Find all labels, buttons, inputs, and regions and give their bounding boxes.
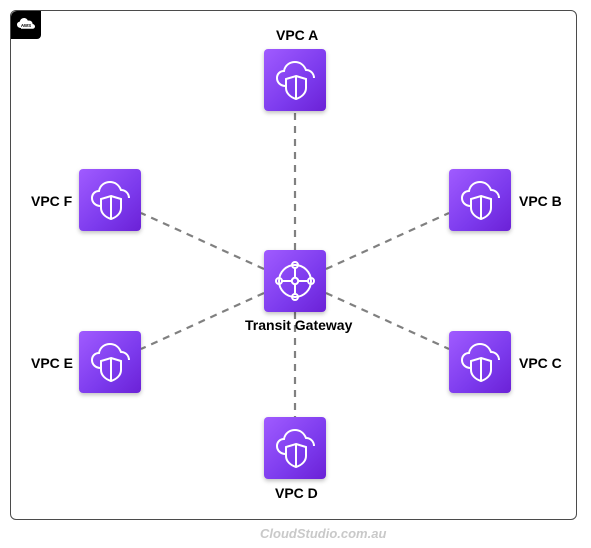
edge-hub-b: [326, 213, 449, 269]
vpc-label-e: VPC E: [31, 355, 73, 371]
vpc-cloud-shield-icon: [272, 428, 318, 468]
transit-gateway-icon: [272, 258, 318, 304]
diagram-canvas: AWS VPC A: [0, 0, 591, 548]
vpc-cloud-shield-icon: [272, 60, 318, 100]
aws-cloud-icon: AWS: [15, 16, 37, 34]
vpc-cloud-shield-icon: [87, 180, 133, 220]
vpc-node-f: [79, 169, 141, 231]
edge-hub-f: [141, 213, 264, 269]
vpc-label-f: VPC F: [31, 193, 72, 209]
transit-gateway-label: Transit Gateway: [245, 317, 352, 333]
vpc-label-a: VPC A: [276, 27, 318, 43]
vpc-cloud-shield-icon: [457, 342, 503, 382]
vpc-node-a: [264, 49, 326, 111]
watermark-text: CloudStudio.com.au: [260, 526, 386, 541]
svg-text:AWS: AWS: [21, 23, 31, 28]
vpc-node-e: [79, 331, 141, 393]
vpc-label-c: VPC C: [519, 355, 562, 371]
vpc-node-d: [264, 417, 326, 479]
aws-badge: AWS: [11, 11, 41, 39]
aws-cloud-frame: AWS VPC A: [10, 10, 577, 520]
vpc-cloud-shield-icon: [457, 180, 503, 220]
vpc-cloud-shield-icon: [87, 342, 133, 382]
vpc-node-c: [449, 331, 511, 393]
vpc-node-b: [449, 169, 511, 231]
transit-gateway-node: [264, 250, 326, 312]
vpc-label-d: VPC D: [275, 485, 318, 501]
vpc-label-b: VPC B: [519, 193, 562, 209]
